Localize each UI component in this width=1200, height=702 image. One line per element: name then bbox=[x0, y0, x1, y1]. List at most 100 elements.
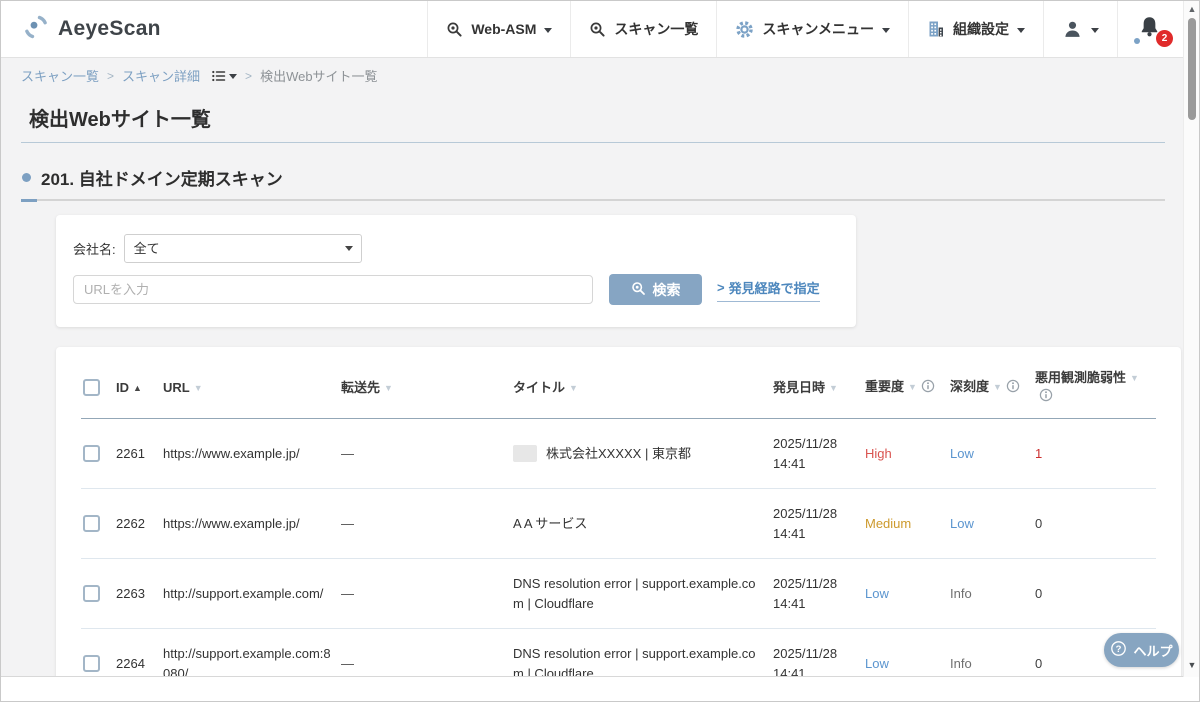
scrollbar-thumb[interactable] bbox=[1188, 18, 1196, 120]
cell-severity: Low bbox=[948, 489, 1033, 559]
column-header-URL: URL ▼ bbox=[161, 353, 339, 419]
sort-desc-icon[interactable]: ▼ bbox=[384, 383, 393, 393]
sort-desc-icon[interactable]: ▼ bbox=[829, 383, 838, 393]
section-bullet-icon bbox=[22, 173, 31, 182]
notifications-button[interactable]: 2 bbox=[1117, 1, 1185, 57]
navbar-item-user[interactable] bbox=[1043, 1, 1117, 57]
cell-id: 2261 bbox=[114, 419, 161, 489]
search-icon bbox=[631, 281, 646, 299]
column-label[interactable]: ID bbox=[116, 380, 129, 395]
column-label[interactable]: URL bbox=[163, 380, 190, 395]
sort-desc-icon[interactable]: ▼ bbox=[1130, 373, 1139, 383]
navbar-item-スキャン一覧[interactable]: スキャン一覧 bbox=[570, 1, 716, 57]
navbar-item-Web-ASM[interactable]: Web-ASM bbox=[427, 1, 570, 57]
cell-id: 2263 bbox=[114, 559, 161, 629]
company-select[interactable]: 全て bbox=[124, 234, 362, 263]
help-label: ヘルプ bbox=[1133, 641, 1172, 660]
navbar-item-スキャンメニュー[interactable]: スキャンメニュー bbox=[716, 1, 908, 57]
svg-text:?: ? bbox=[1116, 644, 1122, 655]
url-search-input[interactable] bbox=[73, 275, 593, 304]
cell-title: 株式会社XXXXX | 東京都 bbox=[511, 419, 771, 489]
discovery-route-link[interactable]: > 発見経路で指定 bbox=[717, 278, 820, 302]
found-date: 2025/11/28 bbox=[773, 504, 857, 524]
chevron-down-icon bbox=[229, 74, 237, 79]
navbar-item-組織設定[interactable]: 組織設定 bbox=[908, 1, 1043, 57]
brand-name: AeyeScan bbox=[58, 17, 161, 41]
detected-websites-table: ID ▲ URL ▼ 転送先 ▼ タイトル ▼ 発見日時 ▼ 重要度 ▼ 深刻度 ▼ 悪用観測脆弱性 ▼ 22… bbox=[81, 353, 1156, 677]
column-label[interactable]: 深刻度 bbox=[950, 379, 989, 394]
cell-found-date: 2025/11/2814:41 bbox=[771, 629, 863, 677]
row-checkbox[interactable] bbox=[83, 445, 100, 462]
section-divider bbox=[21, 199, 1165, 201]
vertical-scrollbar[interactable]: ▲ ▼ bbox=[1183, 1, 1199, 677]
row-checkbox[interactable] bbox=[83, 585, 100, 602]
column-header-悪用観測脆弱性: 悪用観測脆弱性 ▼ bbox=[1033, 353, 1156, 419]
scan-detail-menu-button[interactable] bbox=[212, 70, 237, 82]
info-icon[interactable] bbox=[1039, 388, 1053, 407]
select-all-checkbox[interactable] bbox=[83, 379, 100, 396]
column-label[interactable]: 転送先 bbox=[341, 380, 380, 395]
building-icon bbox=[927, 20, 945, 38]
found-time: 14:41 bbox=[773, 594, 857, 614]
cell-forward: — bbox=[339, 559, 511, 629]
cell-severity: Low bbox=[948, 419, 1033, 489]
notification-badge: 2 bbox=[1156, 30, 1173, 47]
column-header-重要度: 重要度 ▼ bbox=[863, 353, 948, 419]
chevron-right-icon: > bbox=[717, 280, 725, 295]
found-time: 14:41 bbox=[773, 664, 857, 677]
breadcrumb: スキャン一覧>スキャン詳細>検出Webサイト一覧 bbox=[1, 58, 1185, 93]
sort-desc-icon[interactable]: ▼ bbox=[993, 382, 1002, 392]
cell-forward: — bbox=[339, 489, 511, 559]
chevron-down-icon bbox=[882, 28, 890, 33]
cell-select bbox=[81, 629, 114, 677]
title-divider bbox=[21, 142, 1165, 143]
column-label[interactable]: タイトル bbox=[513, 380, 565, 395]
info-icon[interactable] bbox=[921, 379, 935, 398]
breadcrumb-item: 検出Webサイト一覧 bbox=[260, 66, 378, 85]
list-menu-icon bbox=[212, 70, 226, 82]
search-button[interactable]: 検索 bbox=[609, 274, 702, 305]
scroll-down-arrow-icon[interactable]: ▼ bbox=[1184, 659, 1200, 671]
cell-select bbox=[81, 559, 114, 629]
redacted-favicon bbox=[513, 445, 537, 462]
table-row: 2262https://www.example.jp/—A A サービス2025… bbox=[81, 489, 1156, 559]
cell-url: http://support.example.com:8080/ bbox=[161, 629, 339, 677]
table-header-row: ID ▲ URL ▼ 転送先 ▼ タイトル ▼ 発見日時 ▼ 重要度 ▼ 深刻度 ▼ 悪用観測脆弱性 ▼ bbox=[81, 353, 1156, 419]
row-checkbox[interactable] bbox=[83, 655, 100, 672]
found-date: 2025/11/28 bbox=[773, 434, 857, 454]
sort-desc-icon[interactable]: ▼ bbox=[908, 382, 917, 392]
cell-url: http://support.example.com/ bbox=[161, 559, 339, 629]
found-date: 2025/11/28 bbox=[773, 574, 857, 594]
column-label[interactable]: 重要度 bbox=[865, 379, 904, 394]
column-header-発見日時: 発見日時 ▼ bbox=[771, 353, 863, 419]
help-button[interactable]: ? ヘルプ bbox=[1104, 633, 1179, 667]
section-header: 201. 自社ドメイン定期スキャン bbox=[21, 165, 1165, 190]
help-question-icon: ? bbox=[1110, 640, 1127, 660]
scan-search-icon bbox=[446, 21, 463, 38]
sort-desc-icon[interactable]: ▼ bbox=[194, 383, 203, 393]
navbar-item-label: 組織設定 bbox=[953, 19, 1009, 39]
sort-asc-icon[interactable]: ▲ bbox=[133, 383, 142, 393]
scroll-up-arrow-icon[interactable]: ▲ bbox=[1184, 3, 1200, 15]
column-label[interactable]: 悪用観測脆弱性 bbox=[1035, 370, 1126, 385]
cell-url: https://www.example.jp/ bbox=[161, 489, 339, 559]
cell-importance: Low bbox=[863, 559, 948, 629]
row-checkbox[interactable] bbox=[83, 515, 100, 532]
main-content: 検出Webサイト一覧 201. 自社ドメイン定期スキャン 会社名: 全て bbox=[1, 93, 1185, 677]
sort-desc-icon[interactable]: ▼ bbox=[569, 383, 578, 393]
section-title: 201. 自社ドメイン定期スキャン bbox=[41, 165, 283, 190]
cell-id: 2262 bbox=[114, 489, 161, 559]
cell-forward: — bbox=[339, 629, 511, 677]
select-all-header bbox=[81, 353, 114, 419]
info-icon[interactable] bbox=[1006, 379, 1020, 398]
cell-importance: High bbox=[863, 419, 948, 489]
breadcrumb-item[interactable]: スキャン一覧 bbox=[21, 66, 99, 85]
breadcrumb-item[interactable]: スキャン詳細 bbox=[122, 66, 200, 85]
brand-logo[interactable]: AeyeScan bbox=[1, 1, 181, 57]
company-label: 会社名: bbox=[73, 239, 116, 258]
cell-select bbox=[81, 489, 114, 559]
cell-title: DNS resolution error | support.example.c… bbox=[511, 559, 771, 629]
user-icon bbox=[1062, 19, 1083, 40]
column-label[interactable]: 発見日時 bbox=[773, 380, 825, 395]
cell-found-date: 2025/11/2814:41 bbox=[771, 419, 863, 489]
